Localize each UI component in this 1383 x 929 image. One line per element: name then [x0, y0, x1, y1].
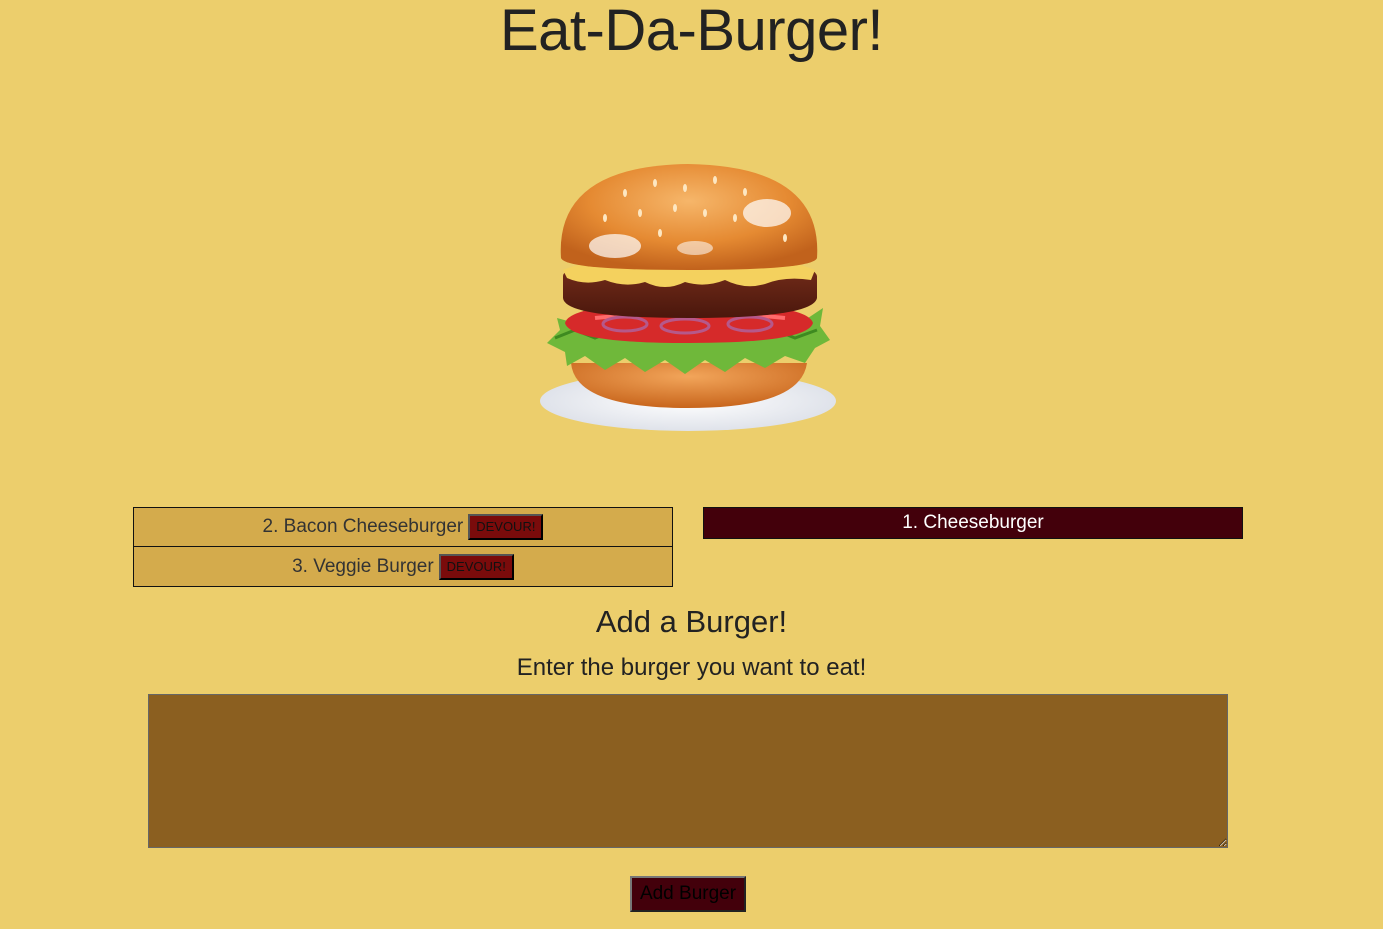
list-item: 3. Veggie Burger DEVOUR!: [133, 547, 673, 587]
burger-name: 2. Bacon Cheeseburger: [262, 516, 464, 537]
page: Eat-Da-Burger! 2. Bacon Cheeseburger DEV…: [0, 0, 1383, 929]
burger-illustration-icon: [540, 164, 836, 431]
burger-textarea[interactable]: [148, 694, 1228, 848]
burger-name: 3. Veggie Burger: [292, 555, 434, 577]
uneaten-burger-list: 2. Bacon Cheeseburger DEVOUR! 3. Veggie …: [133, 507, 673, 587]
add-burger-button[interactable]: Add Burger: [630, 876, 746, 912]
burger-name: 1. Cheeseburger: [902, 512, 1044, 533]
form-heading: Add a Burger!: [595, 604, 788, 639]
form-label: Enter the burger you want to eat!: [516, 654, 867, 681]
eaten-burger-list: 1. Cheeseburger: [703, 507, 1243, 539]
devour-button[interactable]: DEVOUR!: [438, 553, 514, 580]
list-item: 1. Cheeseburger: [703, 507, 1243, 539]
page-title: Eat-Da-Burger!: [499, 0, 884, 63]
devour-button[interactable]: DEVOUR!: [468, 514, 544, 540]
list-item: 2. Bacon Cheeseburger DEVOUR!: [133, 507, 673, 547]
